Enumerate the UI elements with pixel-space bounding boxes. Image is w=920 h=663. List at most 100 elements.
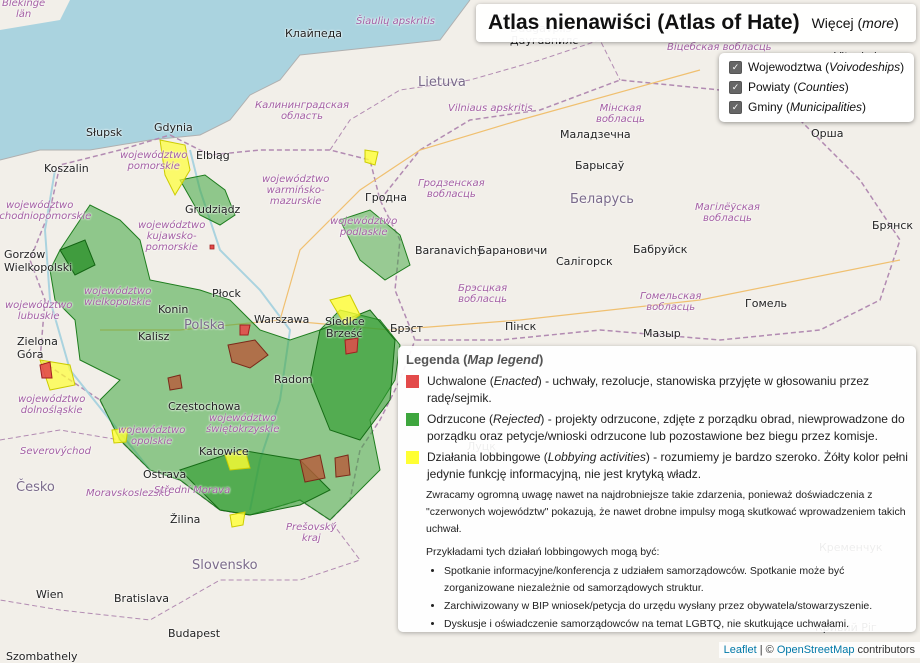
- map-label: Гродзенская вобласць: [418, 178, 485, 200]
- map-label: województwo wielkopolskie: [84, 286, 152, 308]
- checkbox-counties[interactable]: ✓: [729, 80, 742, 94]
- legend-title-text: Legenda: [406, 352, 460, 367]
- map-label: Gorzów Wielkopolski: [4, 248, 73, 274]
- layer-italic-counties: Counties: [797, 80, 845, 94]
- more-label[interactable]: Więcej: [812, 15, 854, 31]
- legend-label-rejected: Odrzucone: [427, 412, 486, 426]
- map-label: Мазыр: [643, 327, 681, 340]
- map-label: Budapest: [168, 627, 221, 640]
- map-label: Šiaulių apskritis: [356, 16, 435, 27]
- map-label: województwo opolskie: [118, 425, 186, 447]
- layer-italic-voivodeships: Voivodeships: [829, 60, 901, 74]
- map-label: Брэст: [390, 322, 424, 335]
- map-label: Płock: [212, 287, 241, 300]
- map-label: Gdynia: [154, 121, 193, 134]
- map-label: Koszalin: [44, 162, 89, 175]
- legend-italic-lobbying: Lobbying activities: [547, 450, 646, 464]
- legend-examples: Spotkanie informacyjne/konferencja z udz…: [426, 563, 908, 633]
- map-label: Konin: [158, 303, 189, 316]
- map-label: województwo warmińsko-mazurskie: [262, 174, 330, 207]
- attribution: Leaflet | © OpenStreetMap contributors: [718, 642, 920, 658]
- map-label: województwo dolnośląskie: [18, 394, 86, 416]
- legend-example: Zarchiwizowany w BIP wniosek/petycja do …: [444, 598, 908, 615]
- map-label: województwo świętokrzyskie: [206, 413, 280, 435]
- attribution-suffix: contributors: [854, 644, 915, 656]
- swatch-rejected: [406, 413, 419, 426]
- layer-toggle-municipalities[interactable]: ✓ Gminy (Municipalities): [729, 97, 914, 117]
- map-label: Střední Morava: [154, 485, 231, 496]
- legend-italic-rejected: Rejected: [493, 412, 541, 426]
- map-label: Орша: [811, 127, 844, 140]
- checkbox-voivodeships[interactable]: ✓: [729, 60, 742, 74]
- enacted-lodz: [167, 374, 183, 391]
- map-label: Брянск: [872, 219, 914, 232]
- map-label: Маладзечна: [560, 128, 631, 141]
- map-label: Брэсцкая вобласць: [458, 283, 508, 305]
- legend-title: Legenda (Map legend): [406, 352, 544, 367]
- map-label: Zielona Góra: [17, 335, 58, 361]
- enacted-south-east: [334, 454, 351, 478]
- map-label: Гомель: [745, 297, 788, 310]
- map-label: Kalisz: [138, 330, 170, 343]
- legend-label-enacted: Uchwalone: [427, 374, 487, 388]
- map-label: województwo podlaskie: [330, 216, 398, 238]
- map-label: Віцебская вобласць: [667, 42, 772, 53]
- map-label: Bratislava: [114, 592, 169, 605]
- map-label: Slovensko: [192, 558, 258, 573]
- legend-italic-enacted: Enacted: [493, 374, 538, 388]
- map-label: Brześć: [326, 327, 363, 340]
- map-label: Katowice: [199, 445, 249, 458]
- map-label: Vilniaus apskritis: [448, 103, 533, 114]
- layer-label-municipalities: Gminy: [748, 100, 783, 114]
- map-label: Severovýchod: [20, 446, 91, 457]
- map-label: Барысаў: [575, 159, 625, 172]
- osm-link[interactable]: OpenStreetMap: [777, 644, 855, 656]
- legend-item-enacted: Uchwalone (Enacted) - uchwały, rezolucje…: [406, 373, 908, 407]
- checkbox-municipalities[interactable]: ✓: [729, 100, 742, 114]
- lobbying-zilina: [229, 511, 246, 528]
- lobbying-podlaskie-north: [364, 149, 379, 166]
- layer-toggle-voivodeships[interactable]: ✓ Wojewodztwa (Voivodeships): [729, 57, 914, 77]
- map-label: Warszawa: [254, 313, 310, 326]
- map-legend: Legenda (Map legend) Uchwalone (Enacted)…: [398, 346, 916, 632]
- page-title: Atlas nienawiści (Atlas of Hate): [488, 11, 800, 34]
- map-label: Radom: [274, 373, 313, 386]
- map-label: Бабруйск: [633, 243, 688, 256]
- map-label: Słupsk: [86, 126, 123, 139]
- map-label: Grudziądz: [185, 203, 241, 216]
- layer-label-voivodeships: Wojewodztwa: [748, 60, 822, 74]
- enacted-torun: [209, 244, 215, 250]
- legend-title-italic: Map legend: [467, 352, 539, 367]
- map-label: Elbląg: [196, 149, 230, 162]
- map-label: Wien: [36, 588, 64, 601]
- map-label: Blekinge län: [2, 0, 46, 20]
- map-label: Беларусь: [570, 192, 634, 207]
- map-label: Гродна: [365, 191, 407, 204]
- map-label: Česko: [16, 480, 55, 495]
- map-label: Polska: [184, 318, 225, 333]
- attribution-sep: | ©: [756, 644, 777, 656]
- legend-note-2: Przykładami tych działań lobbingowych mo…: [426, 546, 660, 558]
- map-label: Ostrava: [143, 468, 187, 481]
- more-link[interactable]: Więcej (more): [812, 15, 899, 31]
- leaflet-link[interactable]: Leaflet: [724, 644, 757, 656]
- layer-toggle-counties[interactable]: ✓ Powiaty (Counties): [729, 77, 914, 97]
- layer-italic-municipalities: Municipalities: [790, 100, 863, 114]
- map-label: Калининградская область: [255, 100, 350, 122]
- legend-note-1: Zwracamy ogromną uwagę nawet na najdrobn…: [426, 489, 906, 535]
- map-label: Салігорск: [556, 255, 613, 268]
- rejected-region-north: [179, 174, 236, 226]
- map-label: województwozachodniopomorskie: [0, 200, 92, 222]
- enacted-siedlce: [344, 337, 359, 355]
- map-label: Szombathely: [6, 650, 78, 663]
- map-label: Częstochowa: [168, 400, 241, 413]
- map-label: Мінская вобласць: [596, 103, 645, 125]
- map-label: Гомельская вобласць: [640, 291, 702, 313]
- more-italic[interactable]: more: [862, 15, 894, 31]
- legend-label-lobbying: Działania lobbingowe: [427, 450, 541, 464]
- map-label: Žilina: [170, 513, 201, 526]
- legend-example: Spotkanie informacyjne/konferencja z udz…: [444, 563, 908, 597]
- enacted-zielona: [39, 361, 53, 379]
- legend-example: Dyskusje i oświadczenie samorządowców na…: [444, 616, 908, 633]
- enacted-central: [239, 324, 251, 336]
